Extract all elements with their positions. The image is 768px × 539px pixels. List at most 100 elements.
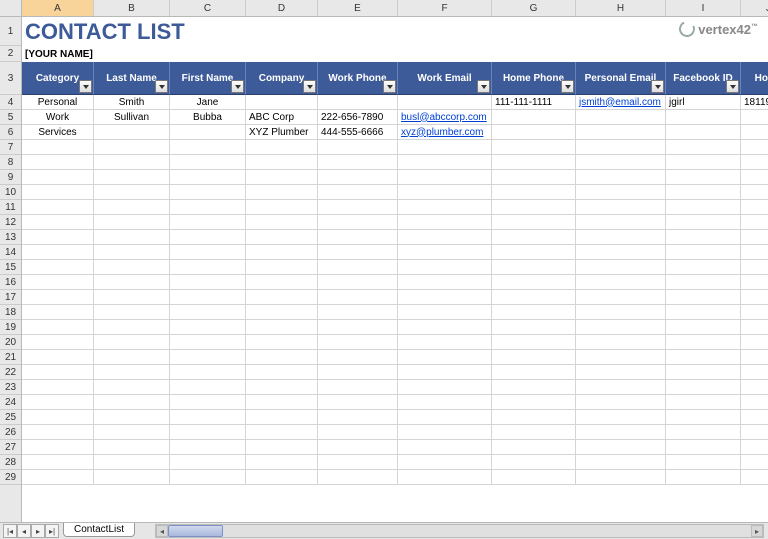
scroll-thumb[interactable] [168,525,223,537]
cell[interactable] [170,155,246,170]
cell[interactable] [576,395,666,410]
cell[interactable] [492,440,576,455]
cell[interactable]: xyz@plumber.com [398,125,492,140]
cell[interactable] [318,440,398,455]
cell[interactable] [741,125,768,140]
cell[interactable] [741,305,768,320]
col-header-H[interactable]: H [576,0,666,16]
cell[interactable] [22,275,94,290]
cell[interactable]: Sullivan [94,110,170,125]
your-name-field[interactable]: [YOUR NAME] [22,46,222,62]
cell[interactable] [246,260,318,275]
cell[interactable] [170,395,246,410]
cell[interactable] [170,200,246,215]
header-work-email[interactable]: Work Email [398,62,492,95]
filter-dropdown-icon[interactable] [155,80,168,93]
cell[interactable] [576,380,666,395]
col-header-C[interactable]: C [170,0,246,16]
cell[interactable] [741,365,768,380]
cell[interactable] [22,395,94,410]
cell[interactable] [398,95,492,110]
row-header-15[interactable]: 15 [0,260,21,275]
cell[interactable] [246,470,318,485]
cell[interactable] [398,440,492,455]
cell[interactable] [398,365,492,380]
cell[interactable] [246,140,318,155]
spreadsheet-grid[interactable]: vertex42™ CONTACT LIST[YOUR NAME]Categor… [22,17,768,522]
select-all-corner[interactable] [0,0,22,16]
cell[interactable] [492,305,576,320]
cell[interactable] [741,245,768,260]
cell[interactable] [492,245,576,260]
cell[interactable] [94,260,170,275]
cell[interactable] [741,470,768,485]
cell[interactable] [741,200,768,215]
cell[interactable] [492,260,576,275]
row-header-22[interactable]: 22 [0,365,21,380]
cell[interactable] [318,170,398,185]
header-personal-email[interactable]: Personal Email [576,62,666,95]
cell[interactable] [94,290,170,305]
cell[interactable] [576,275,666,290]
cell[interactable] [246,245,318,260]
cell[interactable] [22,185,94,200]
cell[interactable] [94,245,170,260]
cell[interactable] [741,320,768,335]
filter-dropdown-icon[interactable] [477,80,490,93]
filter-dropdown-icon[interactable] [79,80,92,93]
cell[interactable] [492,425,576,440]
cell[interactable] [666,350,741,365]
cell[interactable] [741,155,768,170]
cell[interactable]: 444-555-6666 [318,125,398,140]
cell[interactable] [94,140,170,155]
cell[interactable] [22,380,94,395]
cell[interactable] [94,410,170,425]
cell[interactable] [94,455,170,470]
cell[interactable] [398,155,492,170]
cell[interactable] [94,335,170,350]
cell[interactable] [741,455,768,470]
cell[interactable] [318,230,398,245]
cell[interactable] [94,305,170,320]
nav-next-button[interactable]: ▸ [31,524,45,538]
cell[interactable] [318,350,398,365]
cell[interactable] [741,425,768,440]
cell[interactable] [492,410,576,425]
cell[interactable] [666,185,741,200]
cell[interactable] [492,230,576,245]
cell[interactable] [318,410,398,425]
col-header-J[interactable]: J [741,0,768,16]
cell[interactable] [318,470,398,485]
cell[interactable] [170,140,246,155]
cell[interactable] [22,455,94,470]
cell[interactable] [576,320,666,335]
cell[interactable] [741,170,768,185]
cell[interactable] [170,365,246,380]
cell[interactable] [170,185,246,200]
row-header-13[interactable]: 13 [0,230,21,245]
cell[interactable] [170,380,246,395]
cell[interactable] [318,155,398,170]
cell[interactable] [741,380,768,395]
cell[interactable] [246,230,318,245]
cell[interactable] [492,170,576,185]
cell[interactable] [398,215,492,230]
cell[interactable] [246,200,318,215]
cell[interactable] [398,185,492,200]
cell[interactable] [246,95,318,110]
cell[interactable] [576,200,666,215]
cell[interactable] [398,380,492,395]
cell[interactable] [576,305,666,320]
cell[interactable] [398,275,492,290]
cell[interactable] [576,110,666,125]
row-header-14[interactable]: 14 [0,245,21,260]
cell[interactable] [398,455,492,470]
row-header-8[interactable]: 8 [0,155,21,170]
header-home[interactable]: Home [741,62,768,95]
horizontal-scrollbar[interactable]: ◂ ▸ [155,524,764,538]
cell[interactable] [741,410,768,425]
cell[interactable] [666,275,741,290]
cell[interactable] [94,155,170,170]
row-header-12[interactable]: 12 [0,215,21,230]
cell[interactable] [170,455,246,470]
